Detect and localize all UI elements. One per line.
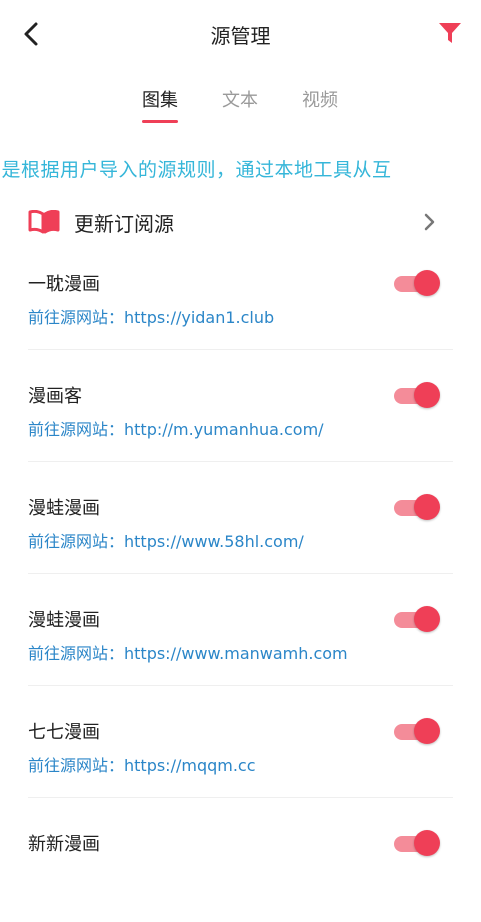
tab-text[interactable]: 文本 bbox=[222, 86, 258, 112]
row-divider bbox=[28, 685, 453, 686]
filter-icon[interactable] bbox=[437, 20, 463, 46]
source-toggle[interactable] bbox=[392, 269, 442, 297]
source-name: 一耽漫画 bbox=[28, 274, 100, 295]
toggle-knob bbox=[414, 830, 440, 856]
source-row: 漫画客 前往源网站：http://m.yumanhua.com/ bbox=[0, 362, 481, 474]
toggle-knob bbox=[414, 718, 440, 744]
active-tab-indicator bbox=[142, 120, 178, 123]
page-title: 源管理 bbox=[210, 24, 271, 48]
notice-marquee: 的是根据用户导入的源规则，通过本地工具从互 bbox=[0, 155, 481, 185]
source-row: 漫蛙漫画 前往源网站：https://www.manwamh.com bbox=[0, 586, 481, 698]
toggle-knob bbox=[414, 270, 440, 296]
row-divider bbox=[28, 349, 453, 350]
source-name: 漫画客 bbox=[28, 386, 82, 407]
source-website-link[interactable]: 前往源网站：http://m.yumanhua.com/ bbox=[28, 416, 324, 440]
source-name: 新新漫画 bbox=[28, 834, 100, 855]
source-toggle[interactable] bbox=[392, 493, 442, 521]
source-website-link[interactable]: 前往源网站：https://www.58hl.com/ bbox=[28, 528, 304, 552]
source-website-link[interactable]: 前往源网站：https://mqqm.cc bbox=[28, 752, 256, 776]
source-website-link[interactable]: 前往源网站：https://www.manwamh.com bbox=[28, 640, 348, 664]
source-toggle[interactable] bbox=[392, 717, 442, 745]
update-subscription-row[interactable]: 更新订阅源 bbox=[0, 198, 481, 248]
source-name: 漫蛙漫画 bbox=[28, 610, 100, 631]
tab-video[interactable]: 视频 bbox=[302, 86, 338, 112]
row-divider bbox=[28, 797, 453, 798]
toggle-knob bbox=[414, 606, 440, 632]
source-row: 一耽漫画 前往源网站：https://yidan1.club bbox=[0, 250, 481, 362]
source-row: 新新漫画 bbox=[0, 810, 481, 922]
source-name: 漫蛙漫画 bbox=[28, 498, 100, 519]
update-subscription-label: 更新订阅源 bbox=[74, 212, 174, 236]
book-icon bbox=[28, 210, 60, 234]
tab-gallery[interactable]: 图集 bbox=[142, 86, 178, 112]
toggle-knob bbox=[414, 382, 440, 408]
source-name: 七七漫画 bbox=[28, 722, 100, 743]
notice-text: 的是根据用户导入的源规则，通过本地工具从互 bbox=[0, 159, 392, 181]
chevron-right-icon bbox=[424, 213, 435, 231]
source-toggle[interactable] bbox=[392, 381, 442, 409]
toggle-knob bbox=[414, 494, 440, 520]
source-list: 一耽漫画 前往源网站：https://yidan1.club 漫画客 前往源网站… bbox=[0, 250, 481, 922]
source-toggle[interactable] bbox=[392, 605, 442, 633]
source-row: 七七漫画 前往源网站：https://mqqm.cc bbox=[0, 698, 481, 810]
row-divider bbox=[28, 573, 453, 574]
source-website-link[interactable]: 前往源网站：https://yidan1.club bbox=[28, 304, 274, 328]
source-row: 漫蛙漫画 前往源网站：https://www.58hl.com/ bbox=[0, 474, 481, 586]
tab-bar: 图集 文本 视频 bbox=[0, 86, 481, 126]
source-toggle[interactable] bbox=[392, 829, 442, 857]
row-divider bbox=[28, 461, 453, 462]
top-bar: 源管理 bbox=[0, 0, 481, 68]
